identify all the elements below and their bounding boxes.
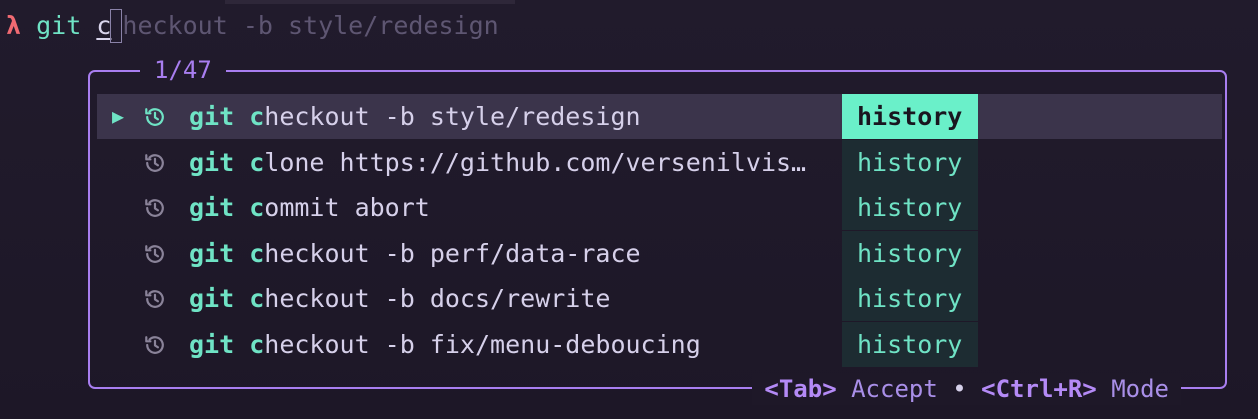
completion-remainder: heckout -b fix/menu-deboucing — [264, 330, 701, 359]
selection-arrow-icon: ▶ — [112, 104, 125, 128]
completion-text: git checkout -b style/redesign — [189, 94, 641, 139]
matched-prefix: git c — [189, 147, 265, 177]
matched-prefix: git c — [189, 284, 265, 314]
hint-separator: • — [952, 375, 967, 403]
prompt-command: git — [36, 11, 82, 40]
source-tag: history — [842, 185, 978, 231]
matched-prefix: git c — [189, 330, 265, 359]
history-clock-icon — [145, 199, 164, 218]
completion-item[interactable]: git commit abort history — [97, 185, 1222, 231]
completion-text: git checkout -b docs/rewrite — [189, 276, 610, 321]
mode-label: Mode — [1111, 375, 1169, 403]
completion-remainder: heckout -b docs/rewrite — [264, 284, 611, 314]
history-clock-icon — [145, 290, 164, 309]
autosuggestion-ghost-text: heckout -b style/redesign — [122, 11, 499, 40]
completion-menu: 1/47 ▶ git checkout -b style/redesign hist… — [88, 55, 1227, 405]
source-tag: history — [842, 322, 978, 367]
accept-label: Accept — [851, 375, 938, 403]
mode-key: <Ctrl+R> — [981, 375, 1097, 403]
accept-key: <Tab> — [764, 375, 837, 403]
matched-prefix: git c — [189, 193, 265, 223]
keybinding-hints: <Tab> Accept • <Ctrl+R> Mode — [752, 373, 1181, 405]
completion-item[interactable]: git checkout -b fix/menu-deboucing histor… — [97, 322, 1222, 367]
command-prompt[interactable]: λ git c heckout -b style/redesign — [6, 9, 499, 43]
completion-remainder: heckout -b style/redesign — [264, 102, 641, 131]
completion-remainder: heckout -b perf/data-race — [264, 238, 641, 268]
text-cursor — [110, 9, 123, 43]
completion-item[interactable]: git clone https://github.com/versenilvis… — [97, 139, 1222, 185]
source-tag: history — [842, 230, 978, 276]
source-tag: history — [842, 276, 978, 322]
result-counter: 1/47 — [140, 55, 226, 85]
matched-prefix: git c — [189, 238, 265, 268]
history-clock-icon — [145, 244, 164, 263]
history-clock-icon — [145, 153, 164, 172]
terminal-top-strip — [225, 0, 515, 4]
completion-text: git checkout -b fix/menu-deboucing — [189, 322, 701, 367]
matched-prefix: git c — [189, 102, 265, 131]
source-tag: history — [842, 94, 978, 139]
completion-text: git clone https://github.com/versenilvis… — [189, 140, 806, 185]
completion-remainder: lone https://github.com/versenilvis… — [264, 147, 807, 177]
completion-item[interactable]: ▶ git checkout -b style/redesign history — [97, 94, 1222, 139]
history-clock-icon — [145, 336, 164, 354]
completion-text: git commit abort — [189, 185, 430, 230]
completion-item[interactable]: git checkout -b docs/rewrite history — [97, 276, 1222, 322]
completion-text: git checkout -b perf/data-race — [189, 231, 641, 276]
completion-item[interactable]: git checkout -b perf/data-race history — [97, 230, 1222, 276]
completion-remainder: ommit abort — [264, 193, 430, 223]
typed-text[interactable]: c — [96, 11, 111, 40]
source-tag: history — [842, 139, 978, 185]
prompt-symbol: λ — [6, 11, 22, 40]
history-clock-icon — [145, 108, 164, 126]
